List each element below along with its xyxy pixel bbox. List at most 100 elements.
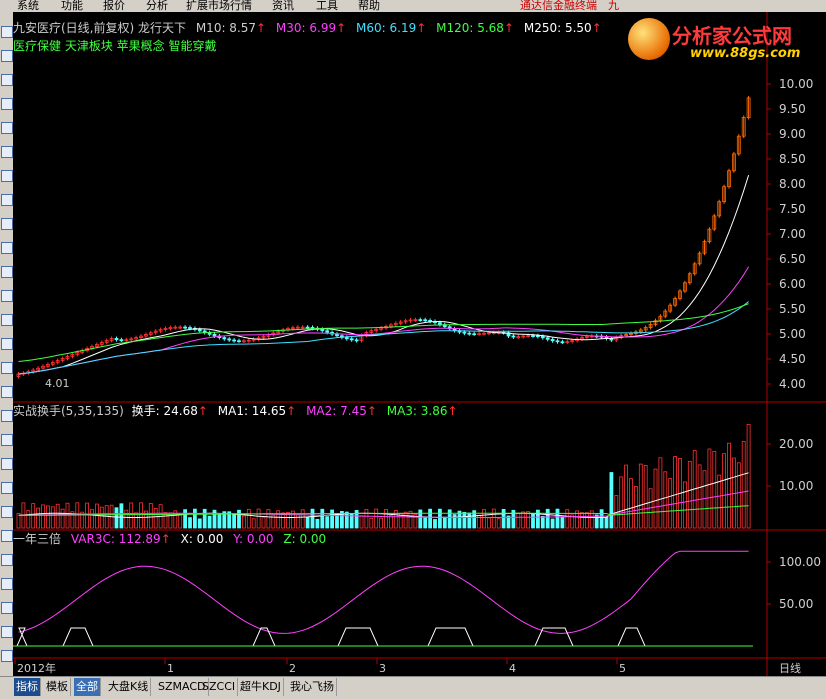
toolbar-button[interactable]: [1, 74, 13, 86]
site-logo: 分析家公式网 www.88gs.com: [620, 14, 820, 66]
toolbar-button[interactable]: [1, 554, 13, 566]
indicator-panel-header: 一年三倍 VAR3C: 112.89↑ X: 0.00 Y: 0.00 Z: 0…: [13, 532, 326, 546]
toolbar-button[interactable]: [1, 626, 13, 638]
toolbar-button[interactable]: [1, 602, 13, 614]
toolbar-button[interactable]: [1, 506, 13, 518]
time-axis-label: 4: [509, 662, 516, 675]
up-arrow-icon: ↑: [366, 404, 377, 418]
bottom-tab-bar: 指标 模板 全部 大盘K线 SZMACD SZCCI 超牛KDJ 我心飞扬: [0, 676, 826, 699]
toolbar-button[interactable]: [1, 170, 13, 182]
var3c-label: VAR3C: 112.89: [70, 532, 161, 546]
price-panel-header: 九安医疗(日线,前复权) 龙行天下 M10: 8.57↑ M30: 6.99↑ …: [13, 21, 602, 35]
ma3-label: MA3: 3.86: [386, 404, 448, 418]
toolbar-button[interactable]: [1, 218, 13, 230]
y-label: Y: 0.00: [233, 532, 274, 546]
tab-szcci[interactable]: SZCCI: [200, 678, 239, 696]
toolbar-button[interactable]: [1, 482, 13, 494]
ma2-label: MA2: 7.45: [306, 404, 367, 418]
logo-title: 分析家公式网: [672, 24, 792, 48]
ma120-label: M120: 5.68: [436, 21, 504, 35]
window-title-extra: 九: [608, 0, 619, 12]
price-panel-title: 九安医疗(日线,前复权) 龙行天下: [13, 21, 186, 35]
tab-indicator[interactable]: 指标: [14, 678, 41, 696]
volume-axis-label: 10.00: [779, 479, 813, 493]
up-arrow-icon: ↑: [256, 21, 267, 35]
logo-ball-icon: [628, 18, 670, 60]
volume-panel-title: 实战换手(5,35,135): [13, 404, 124, 418]
menu-quote[interactable]: 报价: [103, 0, 125, 11]
toolbar-button[interactable]: [1, 338, 13, 350]
left-toolbar: [0, 12, 14, 676]
toolbar-button[interactable]: [1, 362, 13, 374]
price-axis-label: 4.50: [779, 352, 806, 366]
concept-tags: 医疗保健 天津板块 苹果概念 智能穿戴: [13, 39, 217, 53]
price-axis-label: 8.50: [779, 152, 806, 166]
time-axis: 2012年 1 2 3 4 5 日线: [14, 658, 801, 675]
toolbar-button[interactable]: [1, 290, 13, 302]
volume-bars: [16, 423, 751, 529]
price-axis-label: 9.50: [779, 102, 806, 116]
ma1-label: MA1: 14.65: [217, 404, 287, 418]
toolbar-button[interactable]: [1, 578, 13, 590]
right-axis: 10.00 9.50 9.00 8.50 8.00 7.50 7.00 6.50 6.00 5.5…: [767, 77, 821, 611]
toolbar-button[interactable]: [1, 26, 13, 38]
period-label: 日线: [779, 661, 801, 675]
window-title: 通达信金融终端: [520, 0, 597, 12]
price-axis-label: 6.50: [779, 252, 806, 266]
toolbar-button[interactable]: [1, 98, 13, 110]
toolbar-button[interactable]: [1, 146, 13, 158]
menu-news[interactable]: 资讯: [272, 0, 294, 11]
indicator-lines: [13, 550, 753, 647]
price-moving-averages: [18, 174, 750, 375]
time-axis-label: 2: [289, 662, 296, 675]
up-arrow-icon: ↑: [503, 21, 515, 35]
menu-analysis[interactable]: 分析: [146, 0, 168, 11]
toolbar-button[interactable]: [1, 530, 13, 542]
indicator-axis-label: 50.00: [779, 597, 813, 611]
up-arrow-icon: ↑: [197, 404, 208, 418]
menu-system[interactable]: 系统: [17, 0, 39, 11]
menu-tools[interactable]: 工具: [316, 0, 338, 11]
toolbar-button[interactable]: [1, 50, 13, 62]
price-axis-label: 6.00: [779, 277, 806, 291]
price-axis-label: 4.00: [779, 377, 806, 391]
toolbar-button[interactable]: [1, 386, 13, 398]
price-axis-label: 9.00: [779, 127, 806, 141]
volume-axis-label: 20.00: [779, 437, 813, 451]
up-arrow-icon: ↑: [591, 21, 602, 35]
price-axis-label: 5.00: [779, 327, 806, 341]
toolbar-button[interactable]: [1, 242, 13, 254]
menu-bar: 系统 功能 报价 分析 扩展市场行情 资讯 工具 帮助 通达信金融终端 九: [0, 0, 826, 12]
toolbar-button[interactable]: [1, 122, 13, 134]
toolbar-button[interactable]: [1, 410, 13, 422]
ma250-label: M250: 5.50: [523, 21, 592, 35]
price-axis-label: 7.00: [779, 227, 806, 241]
ma60-label: M60: 6.19: [356, 21, 417, 35]
tab-super-kdj[interactable]: 超牛KDJ: [238, 678, 284, 696]
toolbar-button[interactable]: [1, 650, 13, 662]
chart-area[interactable]: 10.00 9.50 9.00 8.50 8.00 7.50 7.00 6.50 6.00 5.5…: [13, 12, 826, 676]
stock-chart[interactable]: 10.00 9.50 9.00 8.50 8.00 7.50 7.00 6.50 6.00 5.5…: [13, 12, 826, 676]
tab-flying-heart[interactable]: 我心飞扬: [288, 678, 337, 696]
tab-index-kline[interactable]: 大盘K线: [106, 678, 152, 696]
menu-help[interactable]: 帮助: [358, 0, 380, 11]
toolbar-button[interactable]: [1, 314, 13, 326]
x-label: X: 0.00: [180, 532, 224, 546]
toolbar-button[interactable]: [1, 194, 13, 206]
time-axis-label: 5: [619, 662, 626, 675]
ma30-label: M30: 6.99: [275, 21, 337, 35]
toolbar-button[interactable]: [1, 434, 13, 446]
menu-extended-market[interactable]: 扩展市场行情: [186, 0, 252, 11]
menu-function[interactable]: 功能: [61, 0, 83, 11]
tab-template[interactable]: 模板: [44, 678, 71, 696]
turnover-label: 换手: 24.68: [131, 404, 198, 418]
toolbar-button[interactable]: [1, 458, 13, 470]
price-axis-label: 8.00: [779, 177, 806, 191]
logo-url: www.88gs.com: [690, 46, 801, 61]
time-axis-label: 1: [167, 662, 174, 675]
toolbar-button[interactable]: [1, 266, 13, 278]
tab-all[interactable]: 全部: [74, 678, 101, 696]
ma10-label: M10: 8.57: [195, 21, 257, 35]
volume-panel-header: 实战换手(5,35,135) 换手: 24.68↑ MA1: 14.65↑ MA…: [13, 404, 458, 418]
indicator-axis-label: 100.00: [779, 555, 821, 569]
